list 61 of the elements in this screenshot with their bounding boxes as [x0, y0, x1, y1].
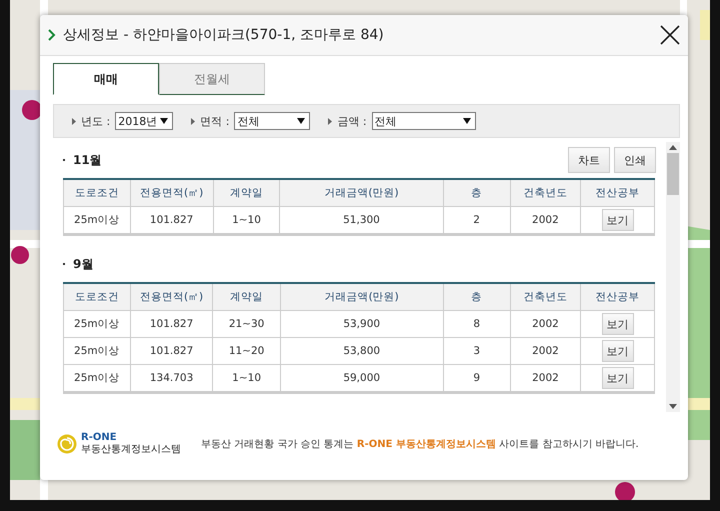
column-header: 건축년도	[510, 283, 581, 310]
view-button[interactable]: 보기	[602, 313, 634, 335]
chevron-icon	[48, 29, 56, 41]
table-cell: 21~30	[212, 310, 280, 338]
section-heading: 11월	[73, 152, 103, 168]
column-header: 전산공부	[580, 179, 654, 206]
table-cell: 25m이상	[64, 310, 130, 338]
triangle-icon	[72, 118, 76, 124]
tab[interactable]: 전월세	[159, 63, 265, 95]
table-cell: 2002	[510, 310, 581, 338]
caret-icon	[160, 118, 168, 124]
column-header: 전산공부	[580, 283, 654, 310]
filter-label: 년도 :	[81, 114, 110, 128]
action-button[interactable]: 인쇄	[614, 147, 656, 173]
scrollbar[interactable]	[666, 142, 680, 412]
column-header: 층	[443, 179, 510, 206]
column-header: 거래금액(만원)	[280, 179, 444, 206]
dropdown[interactable]: 2018년	[115, 112, 174, 130]
action-button[interactable]: 차트	[568, 147, 610, 173]
caret-icon	[297, 118, 306, 124]
table-cell: 11~20	[212, 338, 280, 364]
table-cell: 25m이상	[64, 206, 130, 234]
table-cell: 8	[443, 310, 510, 338]
table-cell: 25m이상	[64, 338, 130, 364]
caret-icon	[462, 118, 471, 124]
table-cell: 3	[443, 338, 510, 364]
view-button[interactable]: 보기	[602, 340, 634, 362]
filter-label: 금액 :	[337, 114, 367, 128]
table-cell: 53,900	[280, 310, 444, 338]
logo-text: 부동산통계정보시스템	[81, 444, 181, 456]
column-header: 도로조건	[64, 179, 130, 206]
column-header: 건축년도	[510, 179, 581, 206]
notice-text: 부동산 거래현황 국가 승인 통계는 R-ONE 부동산통계정보시스템 사이트를 참고하시기 바랍니다.	[201, 438, 639, 451]
logo-text: R-ONE	[81, 432, 118, 444]
table-cell: 25m이상	[64, 364, 130, 392]
column-header: 전용면적(㎡)	[130, 283, 213, 310]
table-cell: 101.827	[130, 338, 213, 364]
table-cell: 2002	[510, 338, 581, 364]
scroll-up-icon[interactable]	[669, 145, 677, 150]
dropdown[interactable]: 전체	[372, 112, 476, 130]
view-button[interactable]: 보기	[602, 367, 634, 389]
column-header: 계약일	[213, 179, 280, 206]
triangle-icon	[328, 118, 332, 124]
column-header: 거래금액(만원)	[280, 283, 444, 310]
close-icon[interactable]	[660, 25, 680, 45]
view-button[interactable]: 보기	[602, 209, 634, 231]
scroll-down-icon[interactable]	[669, 404, 677, 409]
scroll-thumb[interactable]	[667, 153, 679, 195]
column-header: 층	[443, 283, 510, 310]
tab[interactable]: 매매	[53, 63, 159, 95]
dialog-title: 상세정보 - 하얀마을아이파크(570-1, 조마루로 84)	[63, 26, 385, 44]
table-cell: 53,800	[280, 338, 444, 364]
column-header: 전용면적(㎡)	[130, 179, 214, 206]
column-header: 도로조건	[64, 283, 130, 310]
table-cell: 101.827	[130, 310, 213, 338]
section-heading: 9월	[73, 256, 94, 272]
dropdown[interactable]: 전체	[234, 112, 310, 130]
filter-label: 면적 :	[200, 114, 230, 128]
triangle-icon	[191, 118, 196, 124]
column-header: 계약일	[212, 283, 280, 310]
swirl-icon	[57, 434, 77, 454]
